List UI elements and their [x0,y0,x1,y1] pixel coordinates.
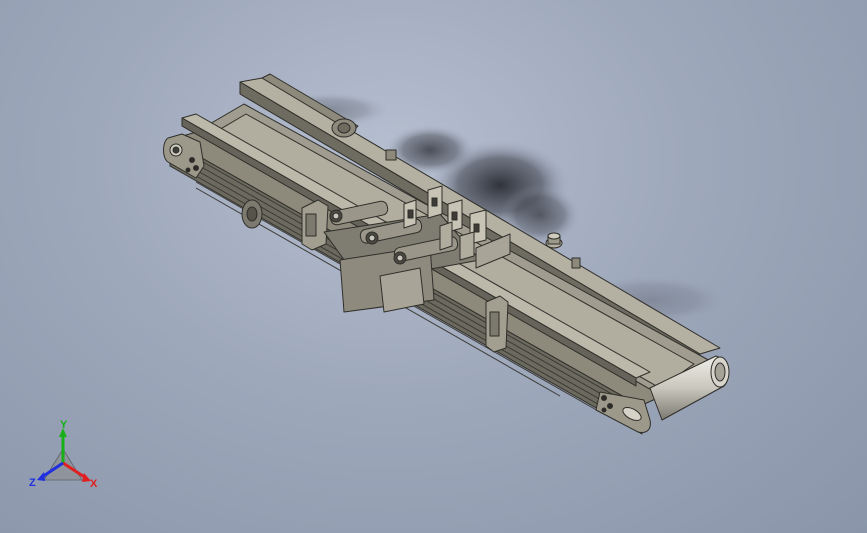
frame-clamp-left [301,199,329,251]
cad-scene[interactable]: Y X Z [0,0,867,533]
frame-clamp-right [485,295,509,353]
z-axis-label: Z [29,477,36,489]
x-axis-label: X [90,478,98,490]
left-end-plate [163,133,205,179]
y-axis-label: Y [60,419,68,431]
drive-pulley [241,199,263,229]
tension-knob [545,232,563,249]
drive-motor [331,118,357,138]
axis-triad: Y X Z [29,419,98,490]
z-arrow-head [37,472,45,481]
cad-viewport[interactable]: Y X Z [0,0,867,533]
